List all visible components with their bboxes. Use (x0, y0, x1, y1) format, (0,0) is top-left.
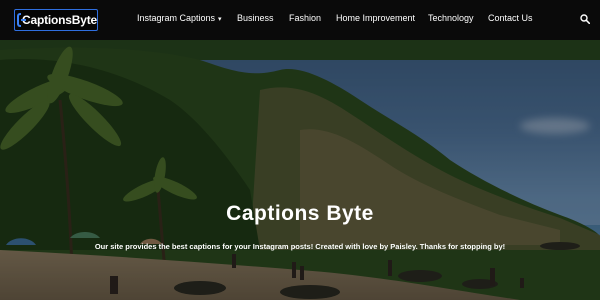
nav-item-business[interactable]: Business (237, 13, 274, 23)
nav-item-label: Instagram Captions (137, 13, 216, 23)
search-icon[interactable] (580, 14, 590, 24)
site-logo[interactable]: CaptionsByte (14, 9, 98, 31)
nav-item-instagram-captions[interactable]: Instagram Captions ▾ (137, 13, 222, 23)
hero-banner: Captions Byte Our site provides the best… (0, 40, 600, 300)
chevron-down-icon: ▾ (218, 16, 222, 23)
logo-mark-icon (17, 13, 27, 27)
hero-subtitle: Our site provides the best captions for … (94, 242, 506, 251)
hero-title: Captions Byte (226, 202, 374, 225)
nav-item-fashion[interactable]: Fashion (289, 13, 321, 23)
logo-text: CaptionsByte (22, 13, 97, 27)
nav-item-contact-us[interactable]: Contact Us (488, 13, 533, 23)
site-header: CaptionsByte Instagram Captions ▾ Busines… (0, 0, 600, 40)
nav-item-home-improvement[interactable]: Home Improvement (336, 13, 415, 23)
nav-item-technology[interactable]: Technology (428, 13, 474, 23)
hero-overlay (0, 40, 600, 300)
